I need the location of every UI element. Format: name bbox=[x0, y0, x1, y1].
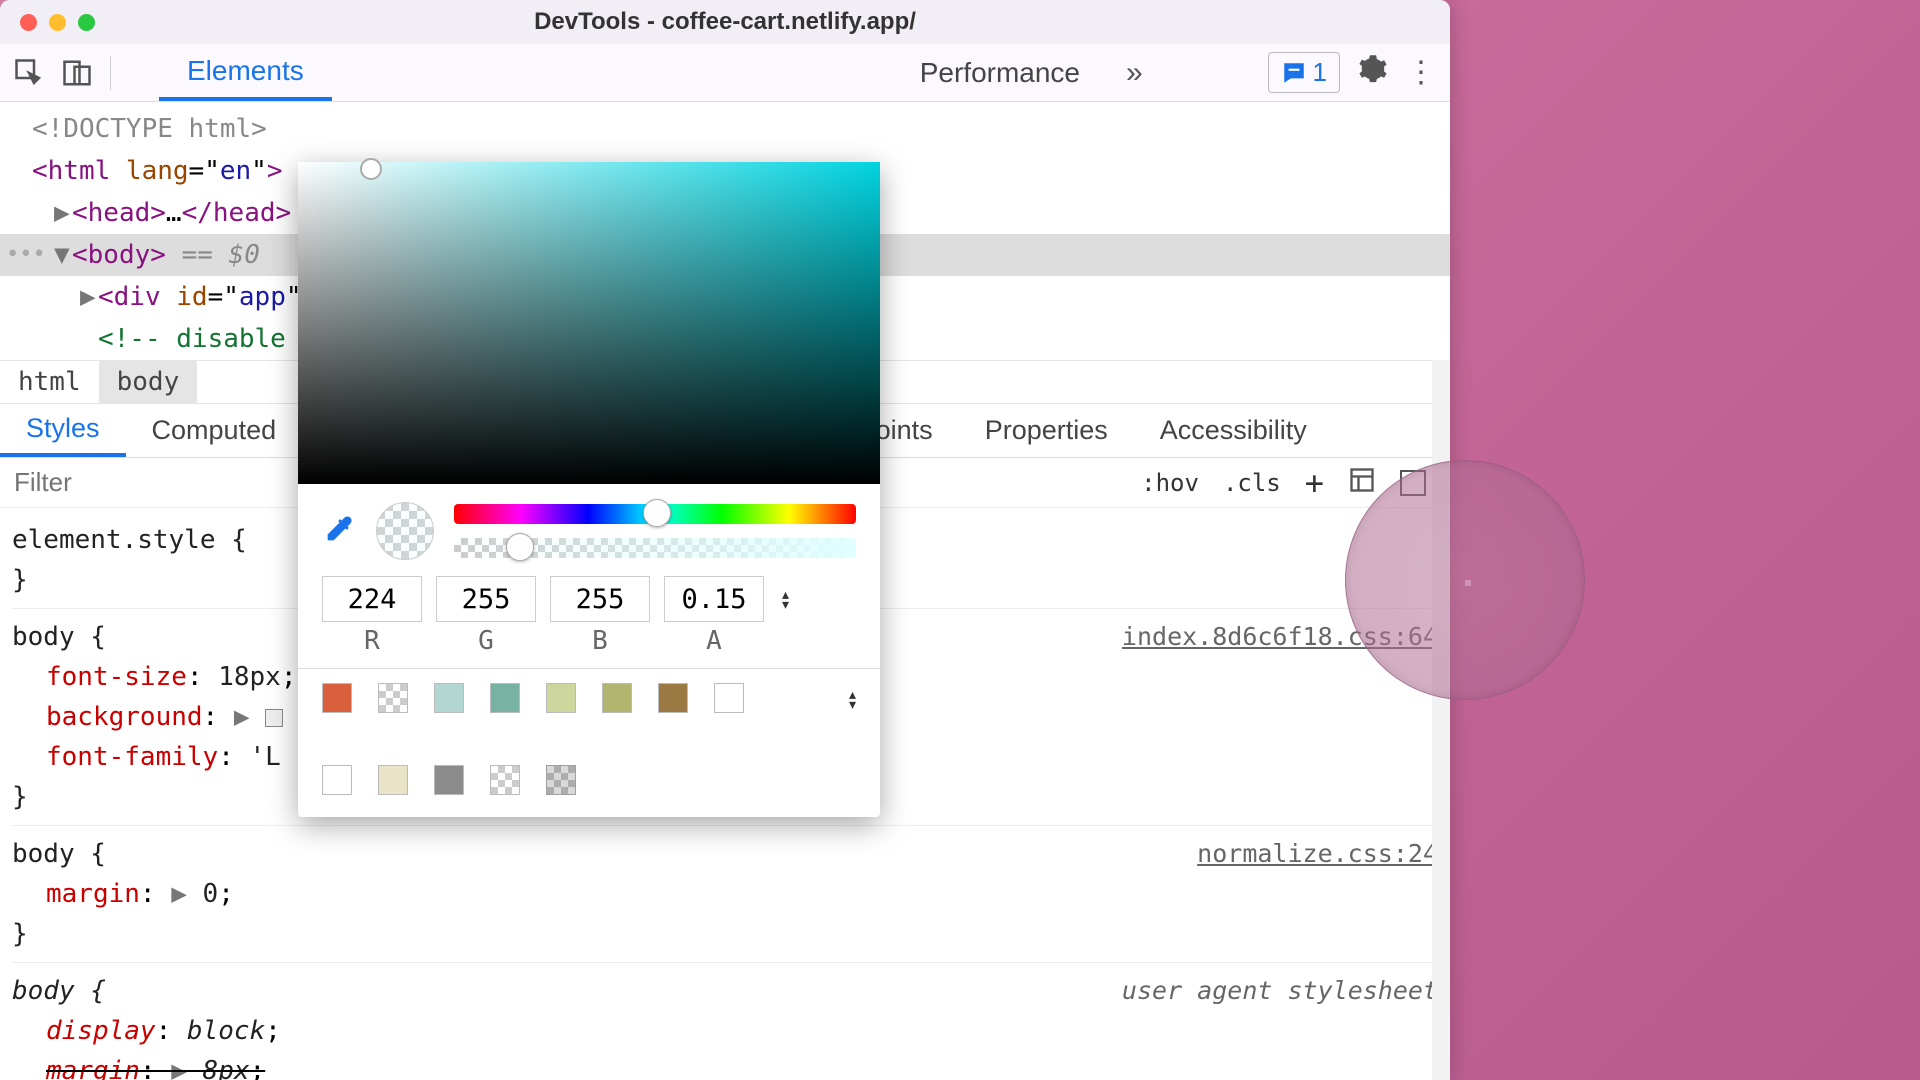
g-input[interactable] bbox=[436, 576, 536, 622]
window-controls bbox=[20, 14, 95, 31]
color-preview bbox=[376, 502, 434, 560]
swatch[interactable] bbox=[378, 683, 408, 713]
hue-thumb[interactable] bbox=[643, 499, 671, 527]
titlebar: DevTools - coffee-cart.netlify.app/ bbox=[0, 0, 1450, 44]
dom-comment: <!-- disable bbox=[98, 324, 286, 354]
message-icon bbox=[1281, 60, 1307, 86]
inspect-element-icon[interactable] bbox=[14, 58, 44, 88]
hue-slider[interactable] bbox=[454, 504, 856, 524]
g-label: G bbox=[436, 626, 536, 656]
swatch[interactable] bbox=[602, 683, 632, 713]
cls-toggle[interactable]: .cls bbox=[1223, 469, 1281, 497]
rule-normalize-css: normalize.css:24 body { margin: ▶ 0; } bbox=[12, 826, 1438, 963]
rule-user-agent: user agent stylesheet body { display: bl… bbox=[12, 963, 1438, 1080]
swatch[interactable] bbox=[322, 765, 352, 795]
a-label: A bbox=[664, 626, 764, 656]
swatch[interactable] bbox=[546, 765, 576, 795]
r-input[interactable] bbox=[322, 576, 422, 622]
b-label: B bbox=[550, 626, 650, 656]
issues-badge[interactable]: 1 bbox=[1268, 52, 1340, 93]
swatch-stepper[interactable]: ▴▾ bbox=[849, 689, 856, 709]
swatch[interactable] bbox=[378, 765, 408, 795]
minimize-window-button[interactable] bbox=[49, 14, 66, 31]
settings-icon[interactable] bbox=[1358, 54, 1388, 92]
close-window-button[interactable] bbox=[20, 14, 37, 31]
subtab-computed[interactable]: Computed bbox=[126, 404, 303, 457]
swatch[interactable] bbox=[546, 683, 576, 713]
issues-count: 1 bbox=[1313, 57, 1327, 88]
computed-styles-icon[interactable] bbox=[1348, 466, 1376, 500]
devtools-window: DevTools - coffee-cart.netlify.app/ Elem… bbox=[0, 0, 1450, 1080]
breadcrumb-html[interactable]: html bbox=[0, 361, 99, 403]
more-tabs-icon[interactable]: » bbox=[1126, 56, 1143, 90]
swatch[interactable] bbox=[714, 683, 744, 713]
swatch[interactable] bbox=[434, 683, 464, 713]
color-swatches: ▴▾ bbox=[298, 683, 880, 817]
swatch[interactable] bbox=[490, 683, 520, 713]
eyedropper-magnifier bbox=[1345, 460, 1585, 700]
new-style-rule-icon[interactable]: + bbox=[1305, 464, 1324, 502]
hover-toggle[interactable]: :hov bbox=[1141, 469, 1199, 497]
alpha-slider[interactable] bbox=[454, 538, 856, 558]
zoom-window-button[interactable] bbox=[78, 14, 95, 31]
dom-doctype: <!DOCTYPE html> bbox=[32, 114, 267, 144]
saturation-value-field[interactable] bbox=[298, 162, 880, 484]
expand-triangle-icon[interactable]: ▶ bbox=[54, 192, 72, 234]
alpha-thumb[interactable] bbox=[506, 533, 534, 561]
subtab-properties[interactable]: Properties bbox=[959, 404, 1134, 457]
color-swatch[interactable] bbox=[265, 709, 283, 727]
swatch[interactable] bbox=[658, 683, 688, 713]
expand-triangle-icon[interactable]: ▶ bbox=[80, 276, 98, 318]
source-label: user agent stylesheet bbox=[1122, 971, 1438, 1011]
subtab-styles[interactable]: Styles bbox=[0, 404, 126, 457]
a-input[interactable] bbox=[664, 576, 764, 622]
tab-performance[interactable]: Performance bbox=[892, 44, 1108, 101]
content-area: <!DOCTYPE html> <html lang="en"> ▶<head>… bbox=[0, 102, 1450, 1080]
main-toolbar: Elements Performance » 1 ⋮ bbox=[0, 44, 1450, 102]
breadcrumb-body[interactable]: body bbox=[99, 361, 198, 403]
device-toolbar-icon[interactable] bbox=[62, 58, 92, 88]
node-actions-icon[interactable]: ••• bbox=[6, 234, 46, 276]
tab-elements[interactable]: Elements bbox=[159, 44, 332, 101]
r-label: R bbox=[322, 626, 422, 656]
swatch[interactable] bbox=[434, 765, 464, 795]
swatch[interactable] bbox=[490, 765, 520, 795]
color-picker: ▴▾ R G B A ▴▾ bbox=[298, 162, 880, 817]
tab-performance-label: Performance bbox=[920, 57, 1080, 89]
subtab-accessibility[interactable]: Accessibility bbox=[1134, 404, 1333, 457]
sv-handle[interactable] bbox=[360, 158, 382, 180]
expand-triangle-icon[interactable]: ▶ bbox=[234, 702, 250, 732]
swatch[interactable] bbox=[322, 683, 352, 713]
window-title: DevTools - coffee-cart.netlify.app/ bbox=[0, 8, 1450, 36]
eyedropper-icon[interactable] bbox=[322, 512, 356, 551]
expand-triangle-icon[interactable]: ▶ bbox=[171, 879, 187, 909]
panel-tabs: Elements Performance bbox=[159, 44, 1108, 101]
format-stepper[interactable]: ▴▾ bbox=[782, 589, 789, 609]
b-input[interactable] bbox=[550, 576, 650, 622]
tab-elements-label: Elements bbox=[187, 55, 304, 87]
source-link[interactable]: normalize.css:24 bbox=[1197, 834, 1438, 874]
more-options-icon[interactable]: ⋮ bbox=[1406, 55, 1436, 90]
